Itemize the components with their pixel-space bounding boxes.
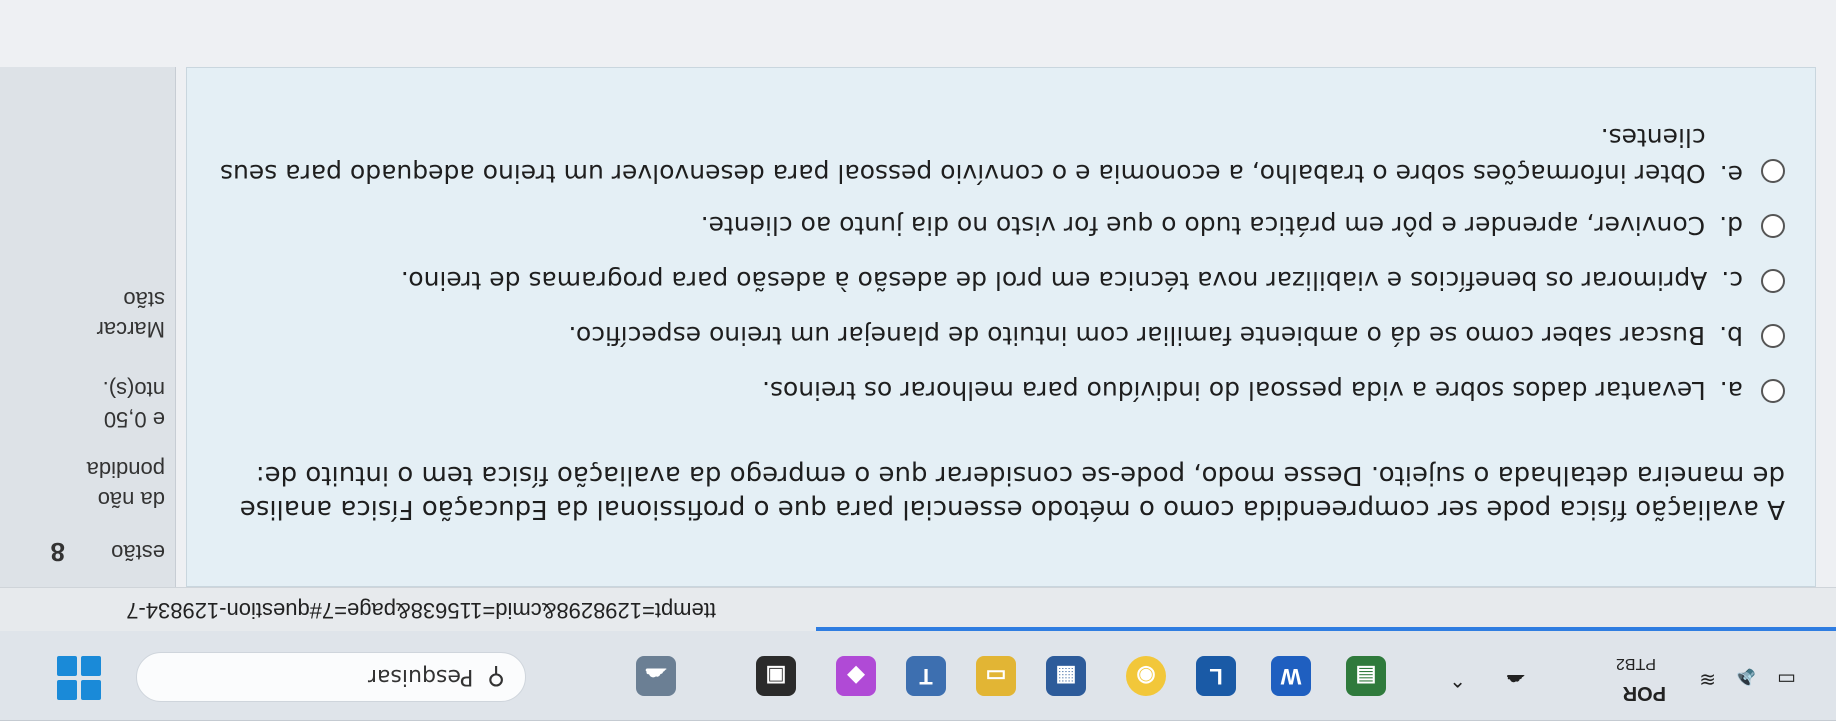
chevron-up-icon[interactable]: ⌃	[1449, 667, 1466, 692]
chat-icon[interactable]: ◆	[836, 656, 876, 696]
radio-button[interactable]	[1761, 214, 1785, 238]
status-line-1: da não	[97, 487, 165, 512]
option-text: Levantar dados sobre a vida pessoal do i…	[761, 376, 1706, 406]
store-icon[interactable]: ▦	[1046, 656, 1086, 696]
search-icon: ⚲	[487, 663, 505, 691]
file-explorer-icon[interactable]: ▭	[976, 656, 1016, 696]
chrome-icon[interactable]: ◉	[1126, 656, 1166, 696]
quiz-content: A avaliação física pode ser compreendida…	[0, 0, 1836, 587]
search-placeholder: Pesquisar	[367, 664, 474, 690]
language-indicator[interactable]: POR	[1623, 681, 1666, 704]
radio-button[interactable]	[1761, 324, 1785, 348]
question-card: A avaliação física pode ser compreendida…	[186, 67, 1816, 587]
option-text: Aprimorar os benefícios e viabilizar nov…	[400, 266, 1708, 296]
task-view-icon[interactable]: ▣	[756, 656, 796, 696]
radio-button[interactable]	[1761, 269, 1785, 293]
windows-start-icon[interactable]	[57, 656, 101, 700]
question-number: 8	[50, 537, 65, 567]
question-text: A avaliação física pode ser compreendida…	[239, 460, 1785, 524]
question-label: estão	[111, 540, 165, 565]
option-letter: c.	[1721, 266, 1743, 296]
cloud-icon[interactable]: ☁	[1506, 669, 1526, 694]
option-text: Conviver, aprender e pôr em prática tudo…	[700, 211, 1706, 241]
word-icon[interactable]: W	[1271, 656, 1311, 696]
taskbar: ⚲ Pesquisar ☁ ▣ ◆ T ▭ ▦ ◉ L W ▤ ⌃ ☁ POR …	[0, 631, 1836, 721]
flag-question-link[interactable]: Marcar	[97, 316, 165, 342]
wifi-icon[interactable]: ≋	[1699, 667, 1716, 692]
keyboard-layout[interactable]: PTB2	[1616, 654, 1656, 672]
option-e[interactable]: e. Obter informações sobre o trabalho, a…	[205, 111, 1785, 191]
weather-widget-icon[interactable]: ☁	[636, 656, 676, 696]
option-c[interactable]: c. Aprimorar os benefícios e viabilizar …	[205, 261, 1785, 301]
app-l-icon[interactable]: L	[1196, 656, 1236, 696]
question-info-panel: estão 8 da não pondida e 0,50 nto(s). Ma…	[0, 67, 176, 587]
option-d[interactable]: d. Conviver, aprender e pôr em prática t…	[205, 206, 1785, 246]
photographed-screen: ⚲ Pesquisar ☁ ▣ ◆ T ▭ ▦ ◉ L W ▤ ⌃ ☁ POR …	[0, 0, 1836, 721]
option-a[interactable]: a. Levantar dados sobre a vida pessoal d…	[205, 371, 1785, 411]
status-url: ttempt=1298298&cmid=115638&page=7#questi…	[126, 598, 716, 623]
option-letter: b.	[1719, 321, 1743, 351]
option-letter: d.	[1719, 211, 1743, 241]
status-line-2: pondida	[86, 457, 165, 482]
taskbar-search-input[interactable]: ⚲ Pesquisar	[136, 652, 526, 702]
flag-question-link-2[interactable]: stão	[123, 286, 165, 312]
system-tray: ⌃ ☁ POR PTB2 ≋ 🔈 ▭	[1416, 640, 1816, 710]
option-letter: a.	[1719, 376, 1743, 406]
option-letter: e.	[1719, 160, 1743, 189]
option-b[interactable]: b. Buscar saber como se dá o ambiente fa…	[205, 316, 1785, 356]
points-suffix: nto(s).	[102, 377, 165, 402]
volume-icon[interactable]: 🔈	[1731, 667, 1756, 692]
radio-button[interactable]	[1761, 159, 1785, 183]
calculator-icon[interactable]: ▤	[1346, 656, 1386, 696]
teams-icon[interactable]: T	[906, 656, 946, 696]
battery-icon[interactable]: ▭	[1777, 667, 1796, 692]
option-text: Buscar saber como se dá o ambiente famil…	[568, 321, 1706, 351]
question-score: e 0,50	[103, 407, 165, 432]
radio-button[interactable]	[1761, 379, 1785, 403]
option-text: Obter informações sobre o trabalho, a ec…	[220, 123, 1706, 188]
page-load-progress	[816, 627, 1836, 631]
browser-status-bar: ttempt=1298298&cmid=115638&page=7#questi…	[0, 587, 1836, 631]
